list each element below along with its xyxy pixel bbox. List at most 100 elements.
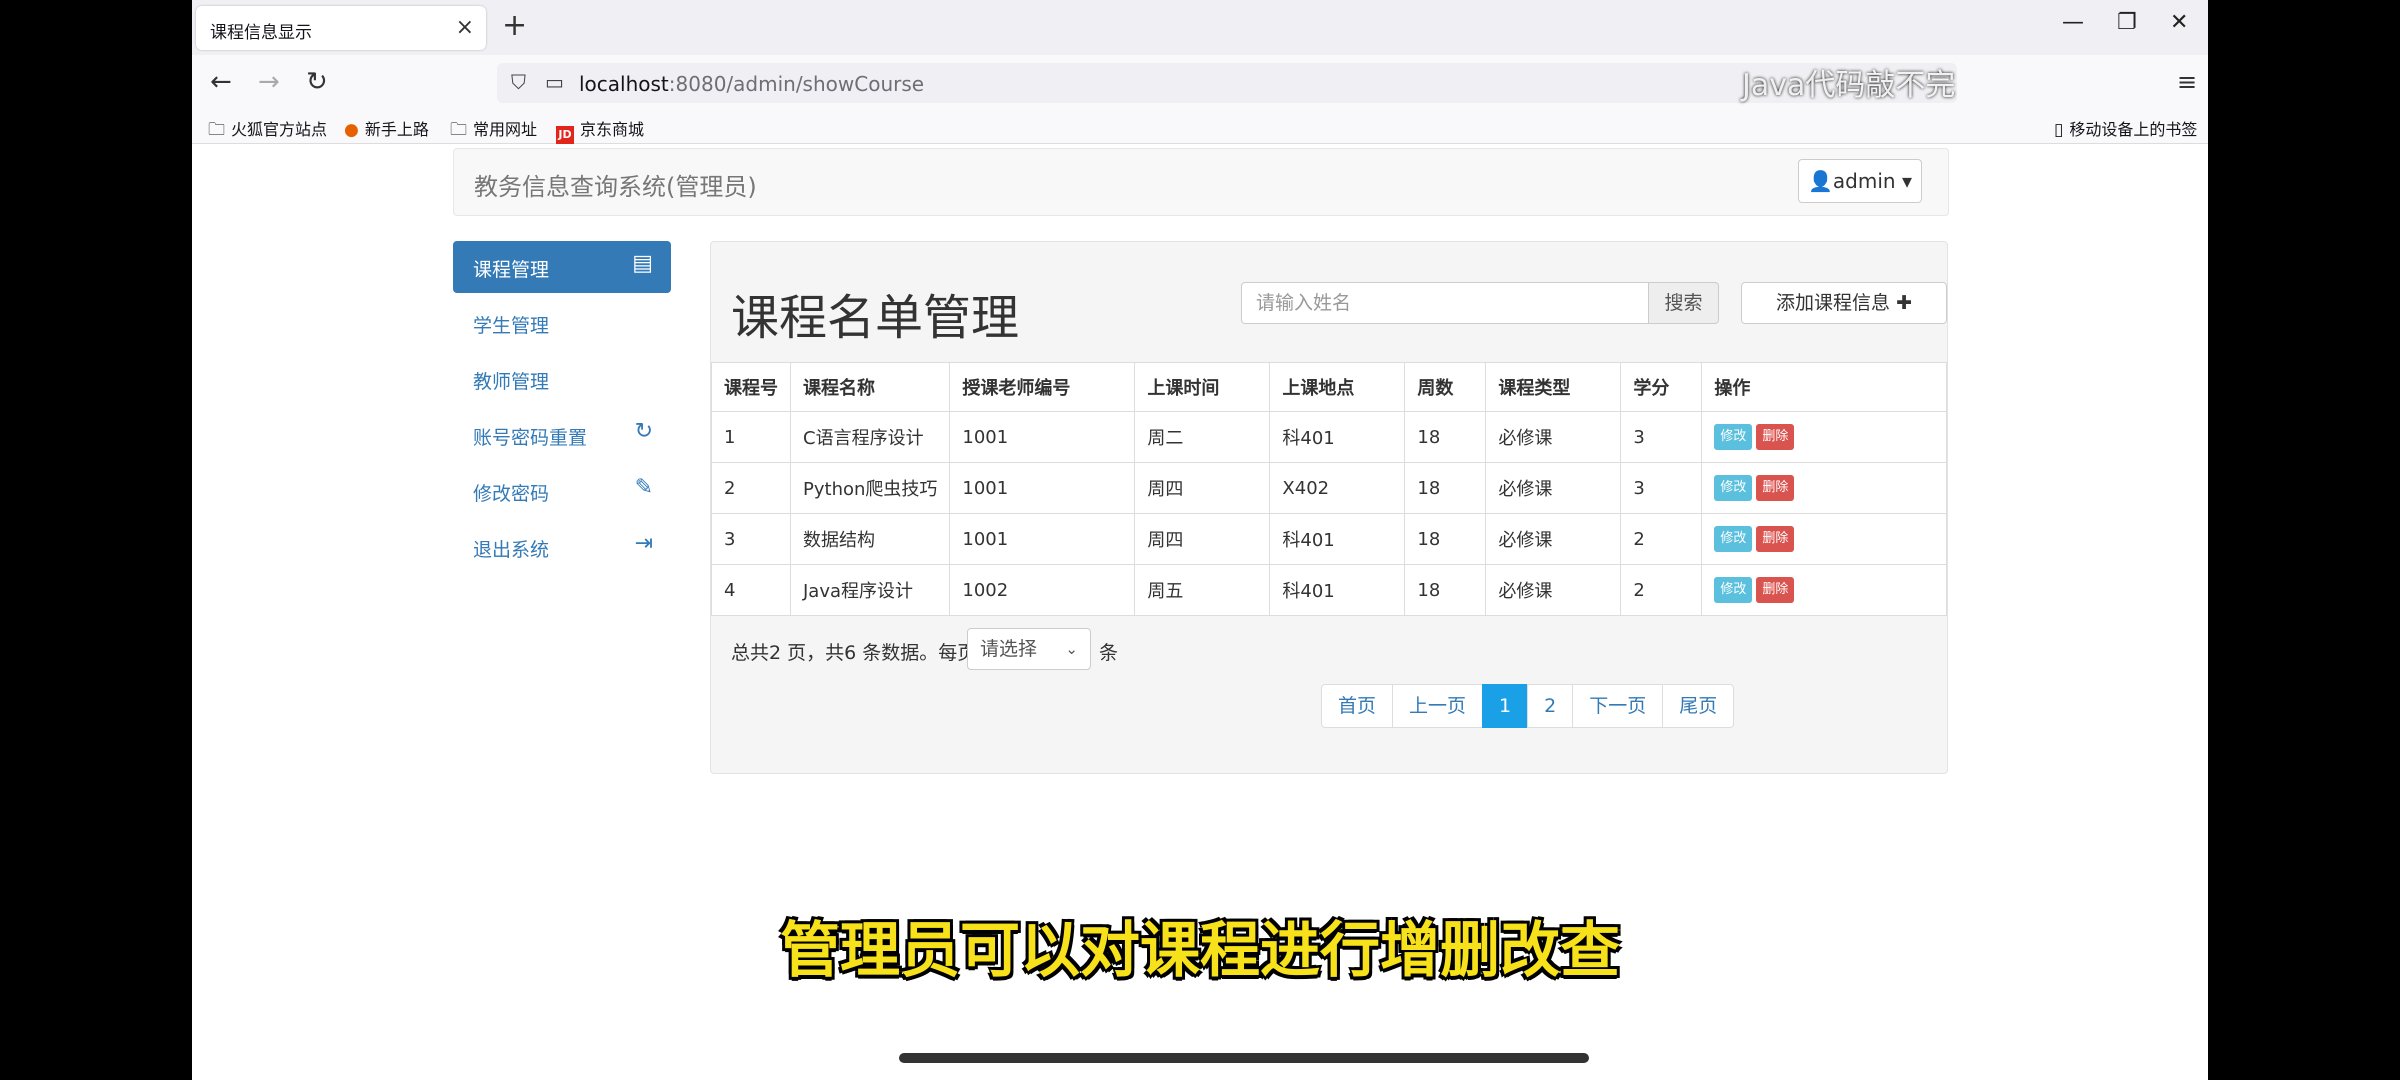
edit-button[interactable]: 修改 xyxy=(1714,475,1753,501)
bookmark-common-sites[interactable]: 🗀 常用网址 xyxy=(450,116,537,146)
bookmark-jd[interactable]: JD 京东商城 xyxy=(556,116,644,144)
cell-course-name: Java程序设计 xyxy=(789,564,951,616)
sidebar-item-reset-password[interactable]: 账号密码重置 ↻ xyxy=(453,409,671,461)
search-input[interactable] xyxy=(1241,282,1649,324)
chevron-down-icon: ⌄ xyxy=(1065,640,1078,658)
cell-actions: 修改 删除 xyxy=(1701,411,1947,463)
app-navbar: 教务信息查询系统(管理员) 👤admin ▾ xyxy=(453,148,1949,216)
edit-button[interactable]: 修改 xyxy=(1714,424,1753,450)
first-page-link[interactable]: 首页 xyxy=(1321,684,1394,728)
sidebar-item-change-password[interactable]: 修改密码 ✎ xyxy=(453,465,671,517)
window-close-icon[interactable]: ✕ xyxy=(2170,10,2188,35)
column-header: 课程类型 xyxy=(1485,362,1622,412)
phone-icon: ▯ xyxy=(2054,120,2064,140)
jd-logo-icon: JD xyxy=(556,126,574,144)
bookmarks-bar: 🗀 火狐官方站点 ● 新手上路 🗀 常用网址 JD 京东商城 ▯ 移动设备上的书签 xyxy=(192,111,2208,144)
search-button[interactable]: 搜索 xyxy=(1649,282,1719,324)
sidebar-item-course-management[interactable]: 课程管理 ▤ xyxy=(453,241,671,293)
cell-actions: 修改 删除 xyxy=(1701,513,1947,565)
cell-class-time: 周二 xyxy=(1134,411,1271,463)
cell-course-name: C语言程序设计 xyxy=(789,411,951,463)
screen: 课程信息显示 × + — ❐ ✕ ← → ↻ ⛉ ▭ localhost:808… xyxy=(192,0,2208,1080)
page-link-2[interactable]: 2 xyxy=(1527,684,1574,728)
page-icon: ▭ xyxy=(545,70,564,94)
column-header: 操作 xyxy=(1701,362,1947,412)
cell-course-id: 4 xyxy=(711,564,791,616)
table-row: 2 Python爬虫技巧 1001 周四 X402 18 必修课 3 修改 删除 xyxy=(711,462,1947,514)
prev-page-link[interactable]: 上一页 xyxy=(1392,684,1484,728)
column-header: 课程号 xyxy=(711,362,791,412)
bookmark-firefox-sites[interactable]: 🗀 火狐官方站点 xyxy=(208,116,327,146)
next-page-link[interactable]: 下一页 xyxy=(1572,684,1664,728)
bookmark-getting-started[interactable]: ● 新手上路 xyxy=(344,116,429,140)
page-size-unit: 条 xyxy=(1099,642,1119,664)
cell-weeks: 18 xyxy=(1404,411,1487,463)
folder-icon: 🗀 xyxy=(450,120,467,140)
user-dropdown-button[interactable]: 👤admin ▾ xyxy=(1798,159,1922,203)
cell-course-name: Python爬虫技巧 xyxy=(789,462,951,514)
home-indicator[interactable] xyxy=(899,1053,1589,1063)
browser-tab-bar: 课程信息显示 × + — ❐ ✕ xyxy=(192,0,2208,55)
reload-icon[interactable]: ↻ xyxy=(306,67,328,97)
bookmark-mobile[interactable]: ▯ 移动设备上的书签 xyxy=(2054,116,2197,140)
browser-tab[interactable]: 课程信息显示 × xyxy=(196,6,486,50)
book-icon: ▤ xyxy=(632,251,653,276)
cell-weeks: 18 xyxy=(1404,564,1487,616)
column-header: 上课地点 xyxy=(1269,362,1406,412)
cell-class-time: 周五 xyxy=(1134,564,1271,616)
forward-icon[interactable]: → xyxy=(258,67,280,97)
url-text: localhost:8080/admin/showCourse xyxy=(579,72,925,96)
cell-actions: 修改 删除 xyxy=(1701,564,1947,616)
video-caption: 管理员可以对课程进行增删改查 xyxy=(780,916,1620,986)
cell-teacher-id: 1002 xyxy=(949,564,1136,616)
cell-credit: 3 xyxy=(1620,462,1703,514)
page-size-select[interactable]: 请选择 ⌄ xyxy=(967,628,1091,670)
cell-course-type: 必修课 xyxy=(1485,411,1622,463)
cell-course-type: 必修课 xyxy=(1485,462,1622,514)
cell-actions: 修改 删除 xyxy=(1701,462,1947,514)
caret-down-icon: ▾ xyxy=(1901,169,1912,193)
cell-class-room: 科401 xyxy=(1269,513,1406,565)
refresh-icon: ↻ xyxy=(634,419,653,444)
cell-weeks: 18 xyxy=(1404,462,1487,514)
table-header-row: 课程号 课程名称 授课老师编号 上课时间 上课地点 周数 课程类型 学分 操作 xyxy=(711,362,1947,412)
brand-title[interactable]: 教务信息查询系统(管理员) xyxy=(474,167,757,202)
hamburger-menu-icon[interactable]: ≡ xyxy=(2177,68,2197,96)
sidebar-item-logout[interactable]: 退出系统 ⇥ xyxy=(453,521,671,573)
table-row: 4 Java程序设计 1002 周五 科401 18 必修课 2 修改 删除 xyxy=(711,564,1947,616)
delete-button[interactable]: 删除 xyxy=(1756,475,1795,501)
table-row: 3 数据结构 1001 周四 科401 18 必修课 2 修改 删除 xyxy=(711,513,1947,565)
cell-teacher-id: 1001 xyxy=(949,462,1136,514)
last-page-link[interactable]: 尾页 xyxy=(1662,684,1735,728)
cell-teacher-id: 1001 xyxy=(949,411,1136,463)
close-tab-icon[interactable]: × xyxy=(456,15,474,40)
cell-weeks: 18 xyxy=(1404,513,1487,565)
column-header: 上课时间 xyxy=(1134,362,1271,412)
column-header: 周数 xyxy=(1404,362,1487,412)
cell-credit: 2 xyxy=(1620,513,1703,565)
delete-button[interactable]: 删除 xyxy=(1756,577,1795,603)
minimize-icon[interactable]: — xyxy=(2062,10,2084,35)
pagination-info: 总共2 页，共6 条数据。每页 xyxy=(731,642,977,664)
shield-icon[interactable]: ⛉ xyxy=(511,70,526,94)
cell-course-type: 必修课 xyxy=(1485,513,1622,565)
column-header: 课程名称 xyxy=(789,362,951,412)
edit-button[interactable]: 修改 xyxy=(1714,526,1753,552)
new-tab-icon[interactable]: + xyxy=(502,8,527,43)
edit-button[interactable]: 修改 xyxy=(1714,577,1753,603)
course-panel: 课程名单管理 搜索 添加课程信息 ✚ 课程号 课程名称 授课老师编号 上课时间 … xyxy=(710,241,1948,774)
delete-button[interactable]: 删除 xyxy=(1756,424,1795,450)
cell-credit: 3 xyxy=(1620,411,1703,463)
restore-icon[interactable]: ❐ xyxy=(2117,10,2137,35)
cell-class-room: 科401 xyxy=(1269,564,1406,616)
back-icon[interactable]: ← xyxy=(210,67,232,97)
page-link-1[interactable]: 1 xyxy=(1482,684,1529,728)
sidebar-item-student-management[interactable]: 学生管理 xyxy=(453,297,671,349)
cell-class-room: 科401 xyxy=(1269,411,1406,463)
plus-icon: ✚ xyxy=(1896,292,1912,314)
sidebar-item-teacher-management[interactable]: 教师管理 xyxy=(453,353,671,405)
delete-button[interactable]: 删除 xyxy=(1756,526,1795,552)
address-bar[interactable]: ⛉ ▭ localhost:8080/admin/showCourse xyxy=(497,63,1957,103)
cell-course-name: 数据结构 xyxy=(789,513,951,565)
add-course-button[interactable]: 添加课程信息 ✚ xyxy=(1741,282,1947,324)
